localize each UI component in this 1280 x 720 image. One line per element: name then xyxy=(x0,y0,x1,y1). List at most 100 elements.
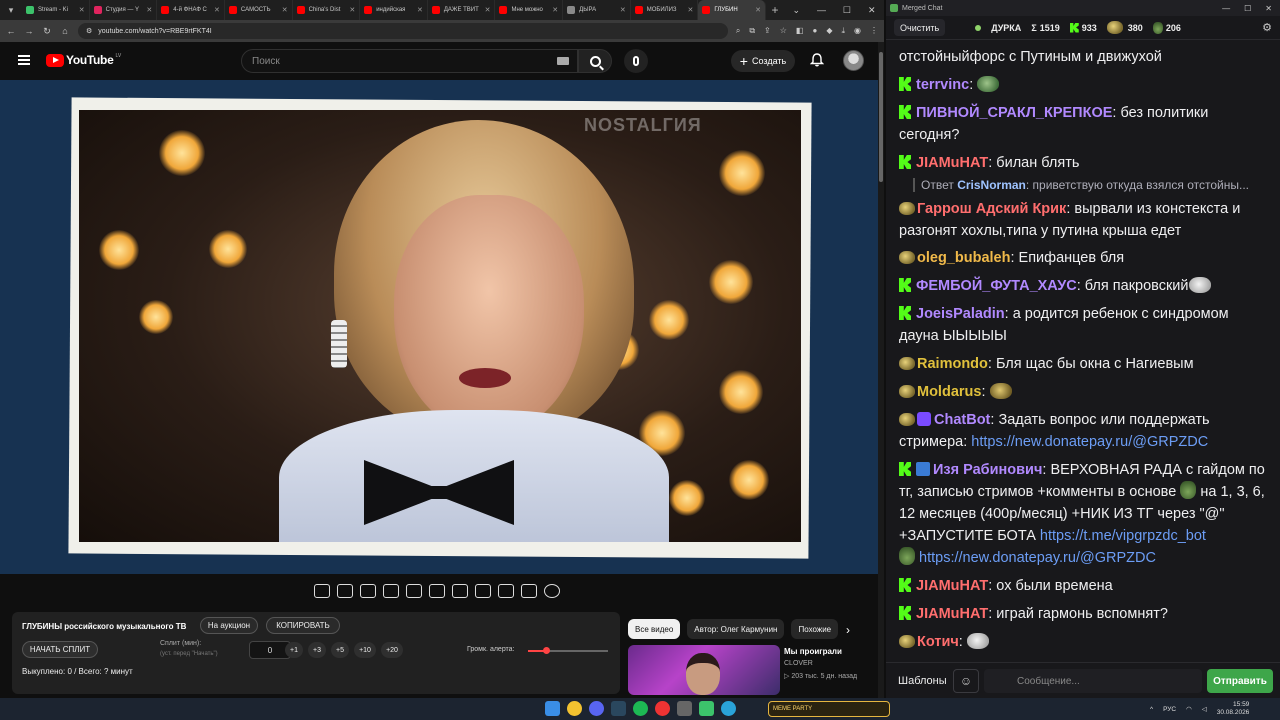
start-split-button[interactable]: НАЧАТЬ СПЛИТ xyxy=(22,641,98,658)
tab-search-icon[interactable]: ▾ xyxy=(0,0,22,20)
templates-button[interactable]: Шаблоны xyxy=(892,670,953,692)
auction-button[interactable]: На аукцион xyxy=(200,617,258,634)
browser-tab[interactable]: ДАЖЕ ТВИТ ✕ xyxy=(428,0,496,20)
download-icon[interactable]: ⤓ xyxy=(841,26,845,36)
browser-tab[interactable]: Мне можно ✕ xyxy=(495,0,564,20)
youtube-logo[interactable]: YouTube LV xyxy=(46,53,121,67)
browser-tab[interactable]: Студия — Y ✕ xyxy=(90,0,158,20)
extension-icon[interactable]: ◆ xyxy=(826,26,832,36)
chrome-icon[interactable] xyxy=(567,701,582,716)
close-tab-icon[interactable]: ✕ xyxy=(146,6,152,14)
install-icon[interactable]: ⧉ xyxy=(749,26,755,36)
recommended-video-title[interactable]: Мы проиграли xyxy=(784,647,842,656)
chevron-right-icon[interactable]: › xyxy=(846,623,850,637)
meme-party-widget[interactable]: MEME PARTY xyxy=(768,701,890,717)
browser-tab[interactable]: 4-й ФНАФ С ✕ xyxy=(157,0,225,20)
picture-in-picture-icon[interactable] xyxy=(406,584,422,598)
reply-username[interactable]: CrisNorman xyxy=(957,178,1026,192)
close-tab-icon[interactable]: ✕ xyxy=(349,6,355,14)
increment-button-20[interactable]: +20 xyxy=(381,642,403,658)
close-tab-icon[interactable]: ✕ xyxy=(282,6,288,14)
username[interactable]: JoeisPaladin xyxy=(916,306,1005,322)
broadcast-icon[interactable] xyxy=(337,584,353,598)
language-indicator[interactable]: РУС xyxy=(1163,706,1176,713)
username[interactable]: Raimondo xyxy=(917,356,988,372)
close-tab-icon[interactable]: ✕ xyxy=(214,6,220,14)
username[interactable]: ФЕМБОЙ_ФУТА_ХАУС xyxy=(916,278,1077,294)
add-frame-icon[interactable] xyxy=(475,584,491,598)
username[interactable]: oleg_bubaleh xyxy=(917,250,1010,266)
url-field[interactable]: ⚙ youtube.com/watch?v=RBE9rtFKT4I xyxy=(78,23,728,39)
close-tab-icon[interactable]: ✕ xyxy=(417,6,423,14)
close-icon[interactable]: ✕ xyxy=(868,5,876,16)
close-tab-icon[interactable]: ✕ xyxy=(79,6,85,14)
reload-icon[interactable]: ↻ xyxy=(42,26,52,37)
home-icon[interactable]: ⌂ xyxy=(60,26,70,36)
donate-link[interactable]: https://new.donatepay.ru/@GRPZDC xyxy=(919,550,1156,566)
tray-chevron-icon[interactable]: ^ xyxy=(1150,706,1153,713)
app-icon[interactable] xyxy=(677,701,692,716)
share-icon[interactable]: ⇪ xyxy=(764,26,771,36)
bookmark-star-icon[interactable]: ☆ xyxy=(780,26,787,36)
hamburger-menu-icon[interactable] xyxy=(18,55,30,65)
username[interactable]: JIAMuHAT xyxy=(916,606,988,622)
steam-icon[interactable] xyxy=(611,701,626,716)
increment-button-10[interactable]: +10 xyxy=(354,642,376,658)
close-tab-icon[interactable]: ✕ xyxy=(688,6,694,14)
username[interactable]: Moldarus xyxy=(917,384,981,400)
browser-tab[interactable]: ДЫРА ✕ xyxy=(563,0,631,20)
profile-icon[interactable]: ◉ xyxy=(854,26,861,36)
close-tab-icon[interactable]: ✕ xyxy=(552,6,558,14)
new-tab-button[interactable]: + xyxy=(766,3,784,17)
loop-icon[interactable] xyxy=(314,584,330,598)
recommended-video-channel[interactable]: CLOVER xyxy=(784,660,813,667)
close-tab-icon[interactable]: ✕ xyxy=(620,6,626,14)
maximize-icon[interactable]: ☐ xyxy=(1244,4,1251,13)
video-thumbnail[interactable] xyxy=(628,645,780,695)
username[interactable]: terrvinc xyxy=(916,77,969,93)
browser-tab[interactable]: China's Dist ✕ xyxy=(293,0,361,20)
recommended-video[interactable]: Мы проиграли CLOVER ▷ 203 тыс. 5 дн. наз… xyxy=(628,645,878,695)
clear-chat-button[interactable]: Очистить xyxy=(894,19,946,36)
search-input[interactable]: Поиск xyxy=(241,49,578,73)
username[interactable]: Котич xyxy=(917,634,959,650)
create-button[interactable]: + Создать xyxy=(731,50,795,72)
browser-tab[interactable]: индийская ✕ xyxy=(360,0,428,20)
clapperboard-icon[interactable] xyxy=(383,584,399,598)
increment-button-1[interactable]: +1 xyxy=(285,642,303,658)
clock[interactable]: 15:59 30.08.2026 xyxy=(1217,701,1250,717)
donate-link[interactable]: https://new.donatepay.ru/@GRPZDC xyxy=(971,434,1208,450)
browser-tab[interactable]: ГЛУБИН ✕ xyxy=(698,0,766,20)
alert-volume-slider[interactable] xyxy=(528,647,608,654)
browser-tab[interactable]: САМОСТЬ ✕ xyxy=(225,0,293,20)
windows-start-icon[interactable] xyxy=(545,701,560,716)
spotify-icon[interactable] xyxy=(633,701,648,716)
search-icon[interactable]: ⌕ xyxy=(736,26,740,36)
minimize-icon[interactable]: — xyxy=(817,5,826,16)
username[interactable]: Гаррош Адский Крик xyxy=(917,201,1066,217)
increment-button-3[interactable]: +3 xyxy=(308,642,326,658)
page-scrollbar[interactable] xyxy=(878,42,884,698)
copy-button[interactable]: КОПИРОВАТЬ xyxy=(266,617,340,634)
browser-tab[interactable]: МОБИЛИЗ ✕ xyxy=(631,0,699,20)
increment-button-5[interactable]: +5 xyxy=(331,642,349,658)
forward-icon[interactable]: → xyxy=(24,26,34,36)
browser-tab[interactable]: Stream - Ki ✕ xyxy=(22,0,90,20)
cinema-icon[interactable] xyxy=(429,584,445,598)
username[interactable]: JIAMuHAT xyxy=(916,578,988,594)
emoji-icon[interactable]: ☺ xyxy=(953,669,979,693)
chip-author[interactable]: Автор: Олег Кармунин xyxy=(687,619,785,639)
settings-gear-icon[interactable]: ⚙ xyxy=(1262,21,1272,34)
telegram-icon[interactable] xyxy=(721,701,736,716)
account-avatar[interactable] xyxy=(843,50,864,71)
close-icon[interactable]: ✕ xyxy=(1265,4,1272,13)
app-icon[interactable] xyxy=(655,701,670,716)
close-tab-icon[interactable]: ✕ xyxy=(755,6,761,14)
video-player[interactable]: NOSTALГИЯ xyxy=(0,80,878,574)
username[interactable]: JIAMuHAT xyxy=(916,155,988,171)
chip-all-videos[interactable]: Все видео xyxy=(628,619,681,639)
extension-icon[interactable]: ◧ xyxy=(796,26,804,36)
extension-icon[interactable]: ● xyxy=(812,26,817,36)
close-tab-icon[interactable]: ✕ xyxy=(485,6,491,14)
send-button[interactable]: Отправить xyxy=(1207,669,1273,693)
